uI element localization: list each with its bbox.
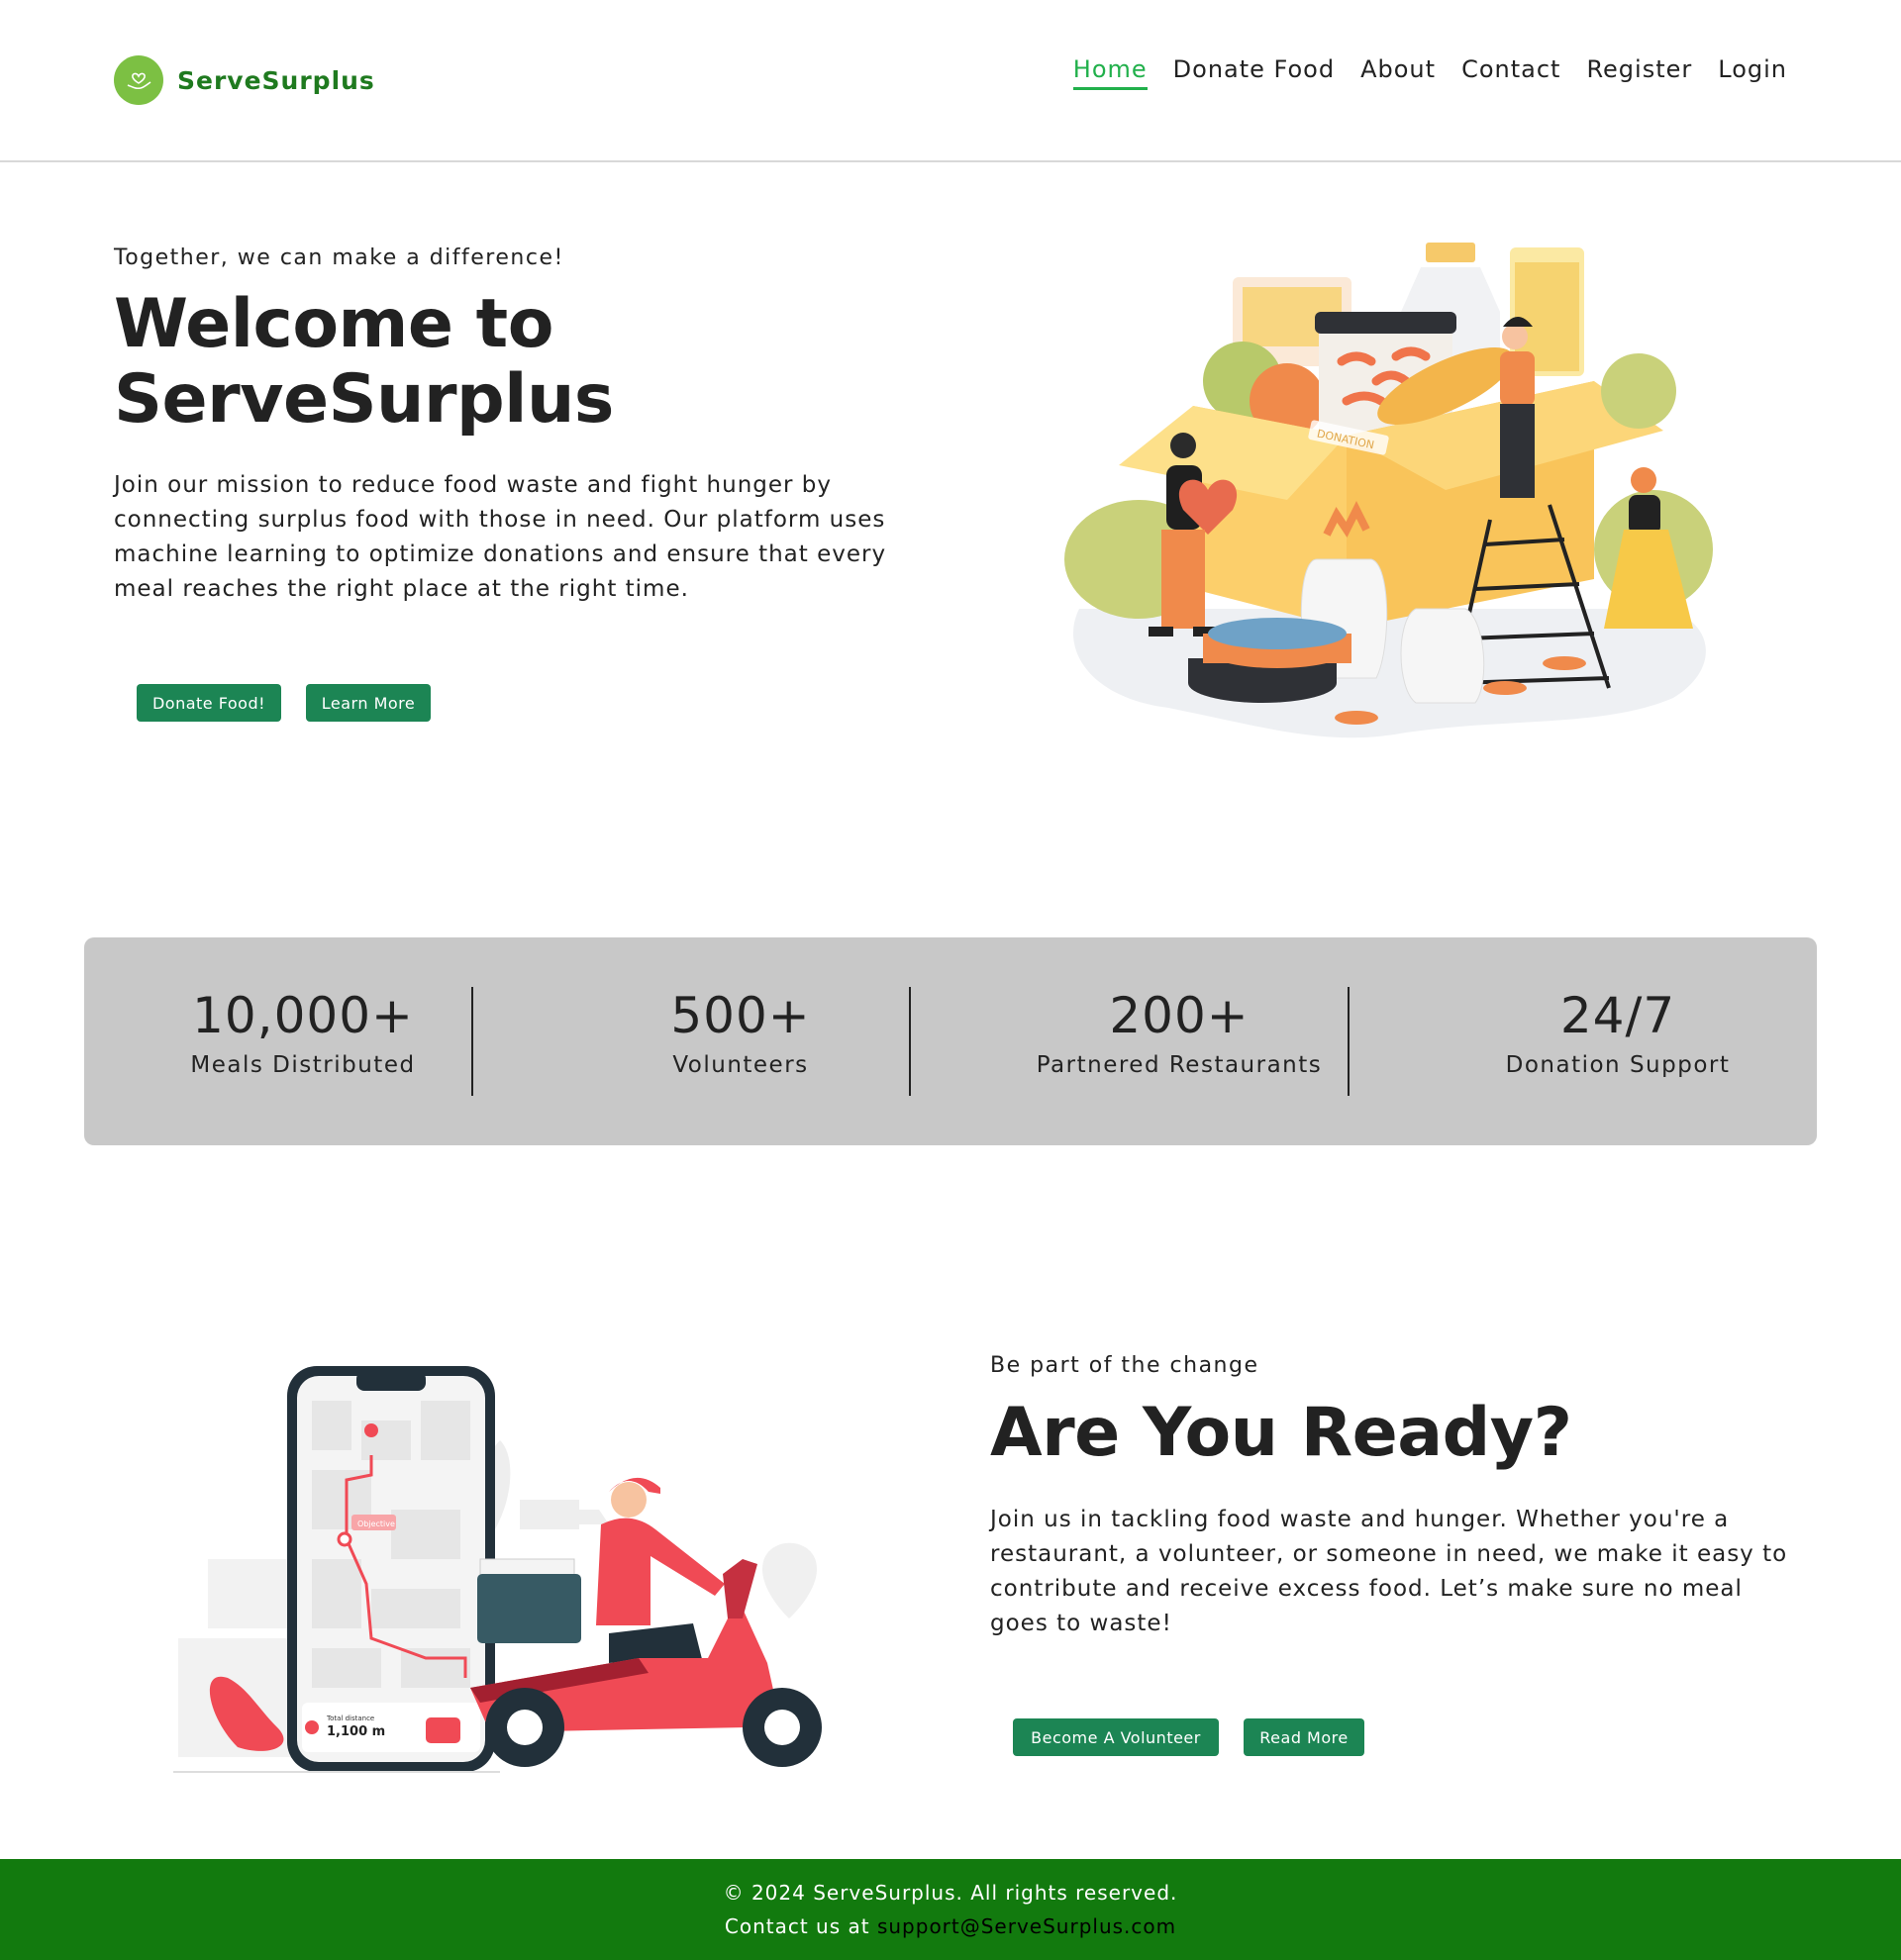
stat-label: Volunteers (672, 1052, 809, 1078)
cta-title: Are You Ready? (990, 1394, 1572, 1472)
hero-title: Welcome to ServeSurplus (114, 285, 614, 439)
stat-label: Meals Distributed (190, 1052, 416, 1078)
nav-about[interactable]: About (1360, 55, 1436, 87)
hero-description: Join our mission to reduce food waste an… (114, 472, 887, 602)
hand-heart-icon (114, 55, 163, 105)
nav-menu: Home Donate Food About Contact Register … (1072, 55, 1787, 90)
stat-value: 10,000+ (192, 987, 414, 1044)
brand-link[interactable]: ServeSurplus (114, 55, 375, 105)
nav-login[interactable]: Login (1718, 55, 1787, 87)
footer-contact-prefix: Contact us at (724, 1914, 877, 1938)
nav-donate-food[interactable]: Donate Food (1173, 55, 1335, 87)
stat-value: 200+ (1109, 987, 1250, 1044)
stat-label: Partnered Restaurants (1036, 1052, 1323, 1078)
stat-label: Donation Support (1505, 1052, 1731, 1078)
delivery-scooter-illustration: Objective Total distance 1,100 m (173, 1366, 822, 1773)
stats-panel: 10,000+ Meals Distributed 500+ Volunteer… (84, 937, 1817, 1145)
read-more-button[interactable]: Read More (1244, 1718, 1364, 1756)
nav-register[interactable]: Register (1586, 55, 1692, 87)
navbar: ServeSurplus Home Donate Food About Cont… (0, 0, 1901, 162)
learn-more-button[interactable]: Learn More (306, 684, 431, 722)
food-donation-illustration: DONATION (1064, 243, 1713, 738)
stat-divider (909, 987, 911, 1096)
stat-divider (1348, 987, 1350, 1096)
donate-food-button[interactable]: Donate Food! (137, 684, 281, 722)
hero-tagline: Together, we can make a difference! (114, 245, 564, 270)
stat-support: 24/7 Donation Support (1399, 987, 1837, 1078)
stat-divider (471, 987, 473, 1096)
phone-objective-label: Objective (357, 1519, 395, 1528)
brand-name: ServeSurplus (177, 65, 375, 95)
footer-contact: Contact us at support@ServeSurplus.com (0, 1914, 1901, 1938)
become-volunteer-button[interactable]: Become A Volunteer (1013, 1718, 1219, 1756)
stat-meals: 10,000+ Meals Distributed (84, 987, 522, 1078)
stat-value: 24/7 (1559, 987, 1676, 1044)
support-email-link[interactable]: support@ServeSurplus.com (877, 1914, 1176, 1938)
phone-distance-label: Total distance (326, 1715, 374, 1722)
stat-value: 500+ (670, 987, 811, 1044)
phone-distance-value: 1,100 m (327, 1724, 385, 1739)
footer-copyright: © 2024 ServeSurplus. All rights reserved… (723, 1881, 1178, 1905)
nav-home[interactable]: Home (1072, 55, 1148, 90)
cta-tagline: Be part of the change (990, 1353, 1259, 1378)
stat-volunteers: 500+ Volunteers (522, 987, 959, 1078)
stat-restaurants: 200+ Partnered Restaurants (960, 987, 1398, 1078)
cta-description: Join us in tackling food waste and hunge… (990, 1507, 1788, 1636)
nav-contact[interactable]: Contact (1461, 55, 1560, 87)
footer: © 2024 ServeSurplus. All rights reserved… (0, 1859, 1901, 1960)
